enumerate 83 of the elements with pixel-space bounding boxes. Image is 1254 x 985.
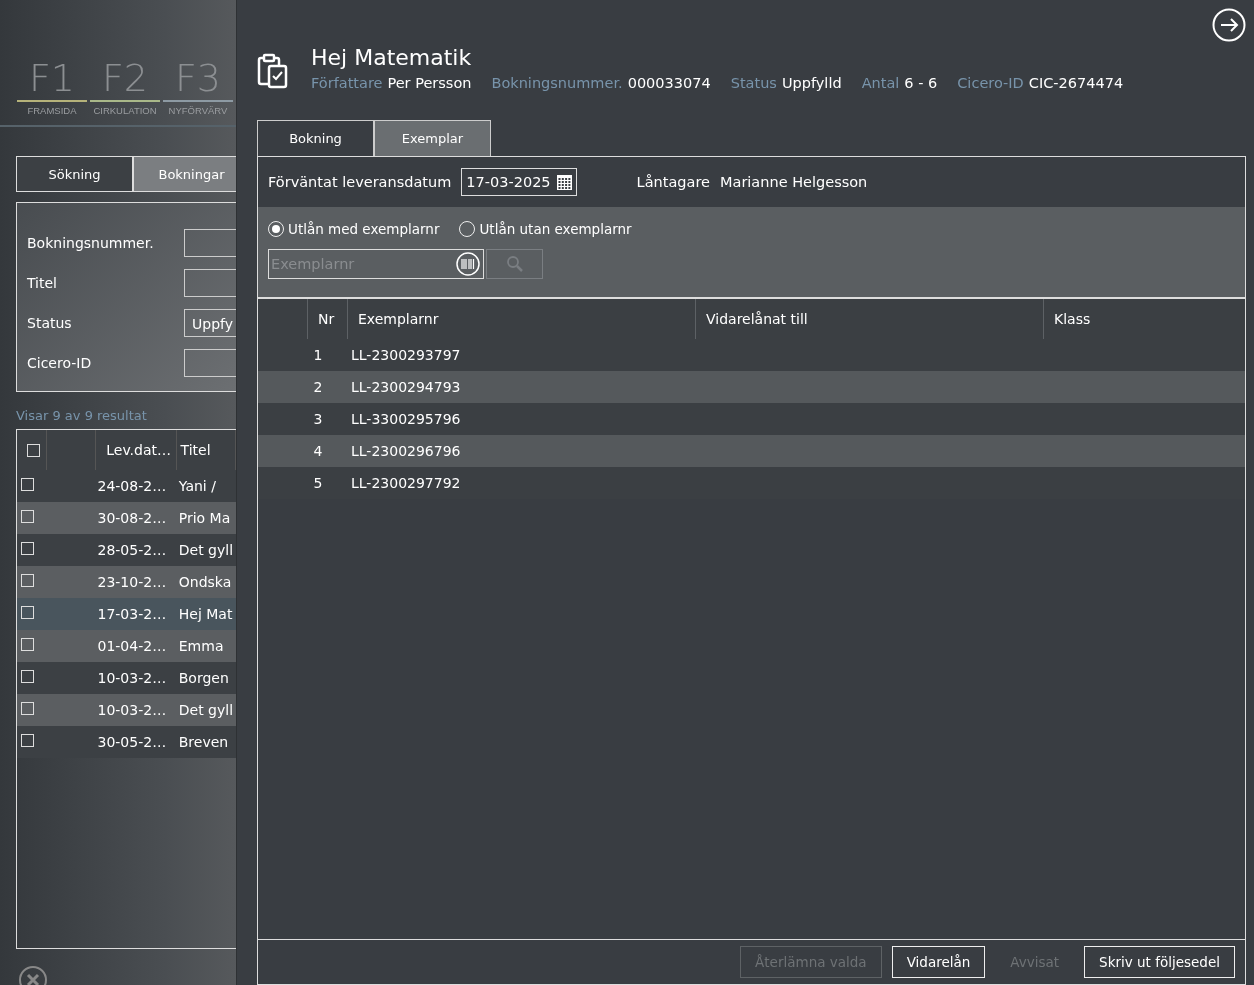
table-cell: Borgen <box>178 670 229 686</box>
borrower-name: Marianne Helgesson <box>720 174 868 190</box>
table-cell: 17-03-2… <box>97 606 167 622</box>
result-row[interactable]: 30-05-2… Breven <box>17 726 236 758</box>
checkbox[interactable] <box>21 638 34 651</box>
result-row[interactable]: 28-05-2… Det gyll <box>17 534 236 566</box>
table-cell: 5 <box>313 475 323 491</box>
nav-label[interactable]: CIRKULATION <box>90 100 160 116</box>
table-cell: LL-2300297792 <box>351 475 461 491</box>
checkbox[interactable] <box>21 606 34 619</box>
table-cell: Hej Mat <box>178 606 233 622</box>
meta-value: CIC-2674474 <box>1028 75 1124 91</box>
field-label: Cicero-ID <box>26 355 92 371</box>
radio-option[interactable]: Utlån utan exemplarnr <box>459 221 632 237</box>
checkbox[interactable] <box>21 702 34 715</box>
date-field[interactable]: 17-03-2025 <box>461 168 577 196</box>
table-cell: 24-08-2… <box>97 478 167 494</box>
meta-label: Status <box>730 75 777 91</box>
arrow-right-icon[interactable] <box>1212 8 1246 42</box>
table-cell: LL-2300293797 <box>351 347 461 363</box>
table-cell: Emma <box>178 638 224 654</box>
action-button[interactable]: Vidarelån <box>891 946 986 978</box>
checkbox[interactable] <box>27 443 40 457</box>
tab[interactable]: Exemplar <box>374 120 491 156</box>
nav-label[interactable]: FRAMSIDA <box>17 100 87 116</box>
table-cell: 10-03-2… <box>97 702 167 718</box>
meta-label: Antal <box>861 75 900 91</box>
meta-label: Författare <box>311 75 383 91</box>
radio-option[interactable]: Utlån med exemplarnr <box>268 221 440 237</box>
table-cell: 30-08-2… <box>97 510 167 526</box>
search-icon <box>505 255 524 273</box>
nav-key[interactable]: F1 <box>28 56 75 100</box>
meta-value: Per Persson <box>387 75 472 91</box>
results-count: Visar 9 av 9 resultat <box>16 408 148 423</box>
table-cell: LL-2300294793 <box>351 379 461 395</box>
checkbox[interactable] <box>21 734 34 747</box>
checkbox[interactable] <box>21 510 34 523</box>
result-row[interactable]: 17-03-2… Hej Mat <box>17 598 236 630</box>
checkbox[interactable] <box>21 542 34 555</box>
table-cell: Prio Ma <box>178 510 231 526</box>
result-row[interactable]: 23-10-2… Ondska <box>17 566 236 598</box>
meta-label: Bokningsnummer. <box>491 75 623 91</box>
table-cell: Det gyll <box>178 542 234 558</box>
table-cell: 23-10-2… <box>97 574 167 590</box>
table-cell: 01-04-2… <box>97 638 167 654</box>
table-cell: 28-05-2… <box>97 542 167 558</box>
tab[interactable]: Bokning <box>257 120 374 156</box>
table-cell: 4 <box>313 443 323 459</box>
table-cell: LL-3300295796 <box>351 411 461 427</box>
field-label: Status <box>26 315 72 331</box>
table-cell: 10-03-2… <box>97 670 167 686</box>
field-label: Förväntat leveransdatum <box>268 174 452 190</box>
checkbox[interactable] <box>21 574 34 587</box>
result-row[interactable]: 01-04-2… Emma <box>17 630 236 662</box>
tab[interactable]: Sökning <box>16 156 133 192</box>
barcode-icon[interactable] <box>456 252 480 276</box>
action-button[interactable]: Skriv ut följesedel <box>1084 946 1235 978</box>
field-label: Bokningsnummer. <box>26 235 154 251</box>
result-row[interactable]: 10-03-2… Det gyll <box>17 694 236 726</box>
table-cell: Det gyll <box>178 702 234 718</box>
table-cell: Ondska <box>178 574 232 590</box>
calendar-icon <box>556 174 572 190</box>
meta-value: 000033074 <box>627 75 711 91</box>
table-cell: Breven <box>178 734 229 750</box>
table-cell: 1 <box>313 347 323 363</box>
clipboard-icon <box>257 53 289 89</box>
booking-title: Hej Matematik <box>311 45 473 70</box>
borrower-label: Låntagare <box>636 174 710 190</box>
checkbox[interactable] <box>21 478 34 491</box>
table-cell: Yani / <box>178 478 216 494</box>
checkbox[interactable] <box>21 670 34 683</box>
meta-label: Cicero-ID <box>957 75 1024 91</box>
meta-value: 6 - 6 <box>904 75 938 91</box>
result-row[interactable]: 24-08-2… Yani / <box>17 470 236 502</box>
table-cell: LL-2300296796 <box>351 443 461 459</box>
tab[interactable]: Bokningar <box>133 156 236 192</box>
field-label: Titel <box>26 275 57 291</box>
result-row[interactable]: 30-08-2… Prio Ma <box>17 502 236 534</box>
table-cell: 3 <box>313 411 323 427</box>
result-row[interactable]: 10-03-2… Borgen <box>17 662 236 694</box>
meta-value: Uppfylld <box>781 75 842 91</box>
table-cell: 30-05-2… <box>97 734 167 750</box>
table-cell: 2 <box>313 379 323 395</box>
